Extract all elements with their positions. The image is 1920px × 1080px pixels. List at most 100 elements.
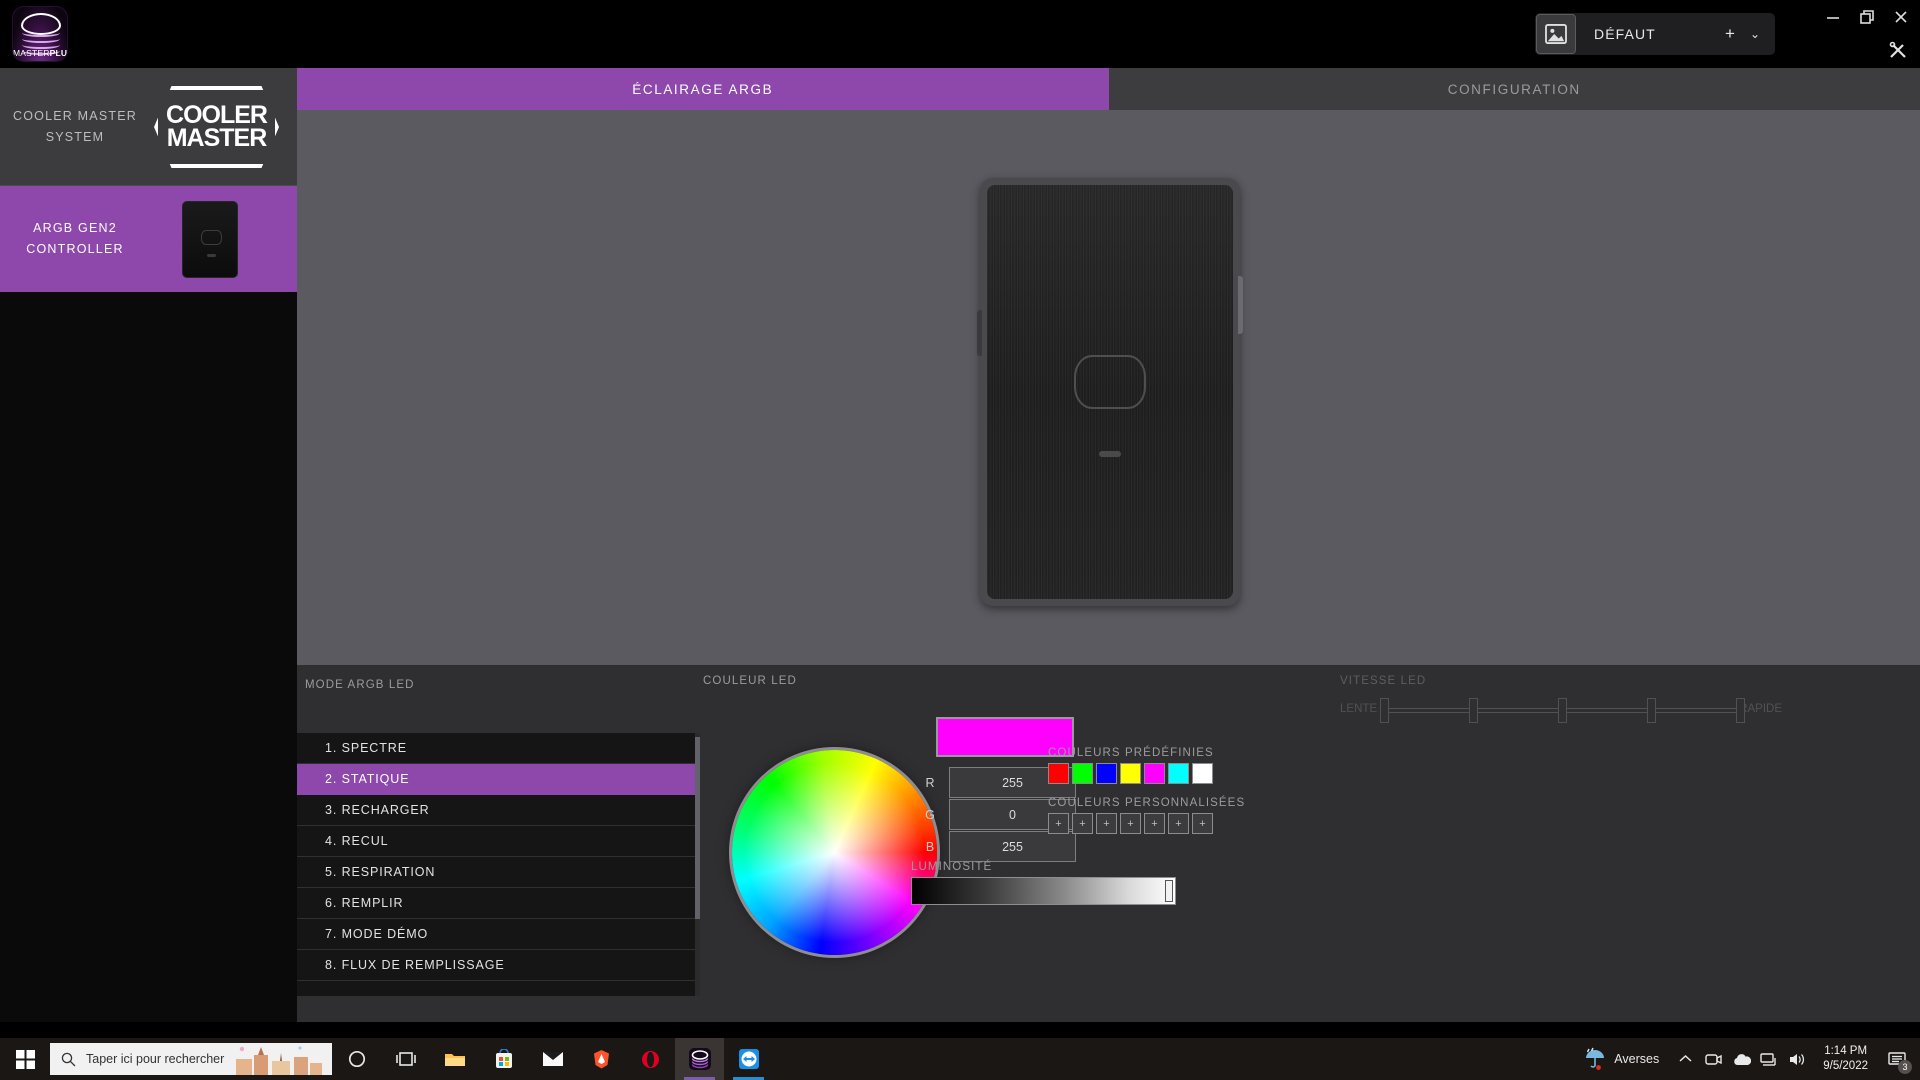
mode-item-spectre[interactable]: 1. SPECTRE	[297, 733, 700, 764]
custom-color-slot-6[interactable]: +	[1168, 813, 1189, 834]
argb-mode-list[interactable]: 1. SPECTRE 2. STATIQUE 3. RECHARGER 4. R…	[297, 733, 700, 996]
image-icon[interactable]	[1536, 14, 1576, 54]
preset-color-white[interactable]	[1192, 763, 1213, 784]
custom-color-slot-5[interactable]: +	[1144, 813, 1165, 834]
wrench-screwdriver-icon[interactable]	[1888, 40, 1908, 60]
mode-item-respiration[interactable]: 5. RESPIRATION	[297, 857, 700, 888]
blue-channel-label: B	[925, 839, 935, 854]
argb-gen2-controller-preview[interactable]	[977, 178, 1243, 606]
sidebar-item-argb-gen2-controller[interactable]: ARGB GEN2 CONTROLLER	[0, 186, 297, 292]
show-hidden-icons-chevron-icon[interactable]	[1671, 1038, 1699, 1080]
custom-color-slot-1[interactable]: +	[1048, 813, 1069, 834]
mode-item-statique[interactable]: 2. STATIQUE	[297, 764, 700, 795]
weather-text: Averses	[1614, 1052, 1660, 1066]
search-decoration-illustration	[236, 1046, 322, 1075]
cooler-master-logo: COOLER MASTER	[154, 86, 279, 168]
system-label-line2: SYSTEM	[45, 129, 105, 144]
mode-list-scrollbar-thumb[interactable]	[695, 737, 700, 919]
clock[interactable]: 1:14 PM 9/5/2022	[1811, 1044, 1880, 1074]
window-controls	[1824, 8, 1910, 26]
device-label-line2: CONTROLLER	[26, 242, 124, 256]
hexagon-icon	[201, 230, 222, 245]
brightness-slider-handle[interactable]	[1165, 880, 1173, 902]
restore-icon[interactable]	[1858, 8, 1876, 26]
mode-item-recul[interactable]: 4. RECUL	[297, 826, 700, 857]
minimize-icon[interactable]	[1824, 8, 1842, 26]
camera-icon[interactable]	[1699, 1038, 1727, 1080]
close-icon[interactable]	[1892, 8, 1910, 26]
search-placeholder: Taper ici pour rechercher	[86, 1052, 225, 1066]
tab-configuration[interactable]: CONFIGURATION	[1108, 68, 1920, 110]
brightness-label: LUMINOSITÉ	[911, 861, 993, 873]
notification-center-button[interactable]: 3	[1880, 1038, 1914, 1080]
custom-color-slot-2[interactable]: +	[1072, 813, 1093, 834]
profile-selector[interactable]: DÉFAUT + ⌄	[1535, 13, 1775, 55]
chevron-down-icon[interactable]: ⌄	[1745, 27, 1775, 41]
volume-icon[interactable]	[1783, 1038, 1811, 1080]
network-icon[interactable]	[1755, 1038, 1783, 1080]
search-icon	[50, 1052, 86, 1067]
custom-color-slot-4[interactable]: +	[1120, 813, 1141, 834]
brand-line2: MASTER	[166, 124, 268, 152]
profile-name: DÉFAUT	[1594, 26, 1656, 42]
custom-color-slot-3[interactable]: +	[1096, 813, 1117, 834]
mode-item-recharger[interactable]: 3. RECHARGER	[297, 795, 700, 826]
speed-tick[interactable]	[1380, 698, 1389, 723]
speed-tick[interactable]	[1558, 698, 1567, 723]
custom-color-slot-7[interactable]: +	[1192, 813, 1213, 834]
file-explorer-icon[interactable]	[430, 1038, 479, 1080]
preset-colors-row	[1048, 763, 1213, 784]
preset-color-red[interactable]	[1048, 763, 1069, 784]
microsoft-store-icon[interactable]	[479, 1038, 528, 1080]
teamviewer-icon[interactable]	[724, 1038, 773, 1080]
title-bar: MASTERPLUS+ DÉFAUT + ⌄	[0, 0, 1920, 68]
mail-icon[interactable]	[528, 1038, 577, 1080]
speed-fast-label: RAPIDE	[1739, 703, 1782, 715]
speed-tick[interactable]	[1469, 698, 1478, 723]
system-label-line1: COOLER MASTER	[13, 108, 137, 123]
cortana-icon[interactable]	[332, 1038, 381, 1080]
blue-channel-input[interactable]: 255	[949, 831, 1076, 862]
preset-color-yellow[interactable]	[1120, 763, 1141, 784]
preset-color-magenta[interactable]	[1144, 763, 1165, 784]
device-preview-stage: APPLIQUER RÉINITIALISER	[297, 110, 1920, 665]
search-input[interactable]: Taper ici pour rechercher	[50, 1043, 332, 1075]
led-speed-slider[interactable]: LENTE RAPIDE	[1340, 697, 1782, 723]
settings-panel: MODE ARGB LED 1. SPECTRE 2. STATIQUE 3. …	[297, 665, 1920, 1022]
tab-eclairage-argb[interactable]: ÉCLAIRAGE ARGB	[297, 68, 1109, 110]
led-dash-indicator	[1099, 451, 1121, 457]
weather-widget[interactable]: Averses	[1571, 1047, 1671, 1071]
masterplus-app-icon[interactable]	[675, 1038, 724, 1080]
system-tray: Averses 1:14 PM 9/5/2022 3	[1571, 1038, 1920, 1080]
brightness-slider[interactable]	[911, 877, 1176, 905]
logo-word-plus: PLUS+	[49, 48, 68, 58]
mode-item-remplir[interactable]: 6. REMPLIR	[297, 888, 700, 919]
opera-browser-icon[interactable]	[626, 1038, 675, 1080]
preset-color-blue[interactable]	[1096, 763, 1117, 784]
green-channel-label: G	[925, 807, 935, 822]
speed-section-title: VITESSE LED	[1340, 675, 1427, 687]
device-sidebar: COOLER MASTER SYSTEM COOLER MASTER ARGB …	[0, 68, 297, 1022]
speed-tick[interactable]	[1647, 698, 1656, 723]
mode-item-mode-demo[interactable]: 7. MODE DÉMO	[297, 919, 700, 950]
onedrive-icon[interactable]	[1727, 1038, 1755, 1080]
sidebar-item-cooler-master-system[interactable]: COOLER MASTER SYSTEM COOLER MASTER	[0, 68, 297, 186]
hexagon-icon	[1074, 355, 1146, 409]
speed-slow-label: LENTE	[1340, 703, 1378, 715]
task-view-icon[interactable]	[381, 1038, 430, 1080]
windows-taskbar: Taper ici pour rechercher Averses 1:14 P…	[0, 1038, 1920, 1080]
rain-umbrella-icon	[1586, 1047, 1605, 1070]
clock-date: 9/5/2022	[1823, 1060, 1868, 1072]
preset-color-green[interactable]	[1072, 763, 1093, 784]
speed-tick[interactable]	[1736, 698, 1745, 723]
cooler-master-wordmark: COOLER MASTER	[154, 86, 279, 168]
system-label: COOLER MASTER SYSTEM	[0, 106, 150, 148]
windows-start-icon[interactable]	[0, 1038, 50, 1080]
brave-browser-icon[interactable]	[577, 1038, 626, 1080]
color-wheel[interactable]	[732, 750, 937, 955]
red-channel-label: R	[925, 775, 935, 790]
add-profile-button[interactable]: +	[1715, 24, 1745, 44]
preset-color-cyan[interactable]	[1168, 763, 1189, 784]
mode-item-flux-de-remplissage[interactable]: 8. FLUX DE REMPLISSAGE	[297, 950, 700, 981]
device-right-connector	[1238, 276, 1243, 334]
